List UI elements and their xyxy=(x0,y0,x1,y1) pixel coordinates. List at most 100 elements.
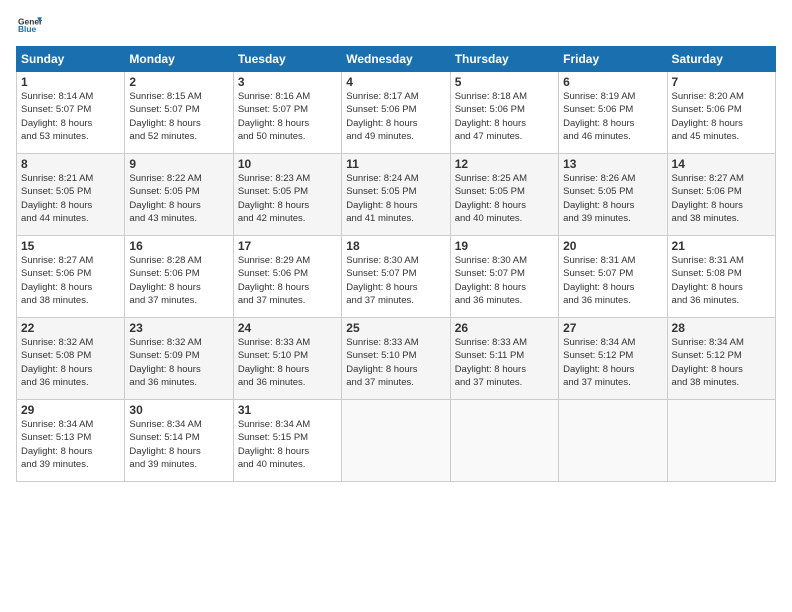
day-info: Sunrise: 8:34 AMSunset: 5:15 PMDaylight:… xyxy=(238,418,337,471)
calendar-cell: 18 Sunrise: 8:30 AMSunset: 5:07 PMDaylig… xyxy=(342,236,450,318)
calendar-cell: 8 Sunrise: 8:21 AMSunset: 5:05 PMDayligh… xyxy=(17,154,125,236)
day-number: 31 xyxy=(238,403,337,417)
day-number: 8 xyxy=(21,157,120,171)
calendar-cell: 31 Sunrise: 8:34 AMSunset: 5:15 PMDaylig… xyxy=(233,400,341,482)
day-number: 1 xyxy=(21,75,120,89)
day-number: 10 xyxy=(238,157,337,171)
calendar-table: SundayMondayTuesdayWednesdayThursdayFrid… xyxy=(16,46,776,482)
day-info: Sunrise: 8:32 AMSunset: 5:09 PMDaylight:… xyxy=(129,336,228,389)
calendar-cell: 24 Sunrise: 8:33 AMSunset: 5:10 PMDaylig… xyxy=(233,318,341,400)
day-number: 6 xyxy=(563,75,662,89)
day-number: 5 xyxy=(455,75,554,89)
day-info: Sunrise: 8:29 AMSunset: 5:06 PMDaylight:… xyxy=(238,254,337,307)
calendar-cell: 1 Sunrise: 8:14 AMSunset: 5:07 PMDayligh… xyxy=(17,72,125,154)
day-number: 11 xyxy=(346,157,445,171)
day-number: 19 xyxy=(455,239,554,253)
day-number: 3 xyxy=(238,75,337,89)
day-info: Sunrise: 8:15 AMSunset: 5:07 PMDaylight:… xyxy=(129,90,228,143)
calendar-cell: 28 Sunrise: 8:34 AMSunset: 5:12 PMDaylig… xyxy=(667,318,775,400)
day-number: 23 xyxy=(129,321,228,335)
calendar-cell: 23 Sunrise: 8:32 AMSunset: 5:09 PMDaylig… xyxy=(125,318,233,400)
day-number: 21 xyxy=(672,239,771,253)
day-info: Sunrise: 8:34 AMSunset: 5:12 PMDaylight:… xyxy=(672,336,771,389)
day-info: Sunrise: 8:33 AMSunset: 5:10 PMDaylight:… xyxy=(346,336,445,389)
weekday-header: Friday xyxy=(559,47,667,72)
day-number: 4 xyxy=(346,75,445,89)
day-info: Sunrise: 8:27 AMSunset: 5:06 PMDaylight:… xyxy=(21,254,120,307)
calendar-cell: 30 Sunrise: 8:34 AMSunset: 5:14 PMDaylig… xyxy=(125,400,233,482)
calendar-cell: 17 Sunrise: 8:29 AMSunset: 5:06 PMDaylig… xyxy=(233,236,341,318)
day-info: Sunrise: 8:32 AMSunset: 5:08 PMDaylight:… xyxy=(21,336,120,389)
day-number: 29 xyxy=(21,403,120,417)
day-number: 18 xyxy=(346,239,445,253)
day-info: Sunrise: 8:25 AMSunset: 5:05 PMDaylight:… xyxy=(455,172,554,225)
calendar-cell: 2 Sunrise: 8:15 AMSunset: 5:07 PMDayligh… xyxy=(125,72,233,154)
calendar-cell: 21 Sunrise: 8:31 AMSunset: 5:08 PMDaylig… xyxy=(667,236,775,318)
weekday-header: Thursday xyxy=(450,47,558,72)
calendar-cell: 5 Sunrise: 8:18 AMSunset: 5:06 PMDayligh… xyxy=(450,72,558,154)
svg-text:Blue: Blue xyxy=(18,24,37,34)
calendar-week-row: 29 Sunrise: 8:34 AMSunset: 5:13 PMDaylig… xyxy=(17,400,776,482)
day-info: Sunrise: 8:27 AMSunset: 5:06 PMDaylight:… xyxy=(672,172,771,225)
page-container: General Blue SundayMondayTuesdayWednesda… xyxy=(0,0,792,494)
day-info: Sunrise: 8:33 AMSunset: 5:10 PMDaylight:… xyxy=(238,336,337,389)
calendar-week-row: 22 Sunrise: 8:32 AMSunset: 5:08 PMDaylig… xyxy=(17,318,776,400)
weekday-header: Saturday xyxy=(667,47,775,72)
weekday-header: Sunday xyxy=(17,47,125,72)
calendar-cell: 9 Sunrise: 8:22 AMSunset: 5:05 PMDayligh… xyxy=(125,154,233,236)
day-info: Sunrise: 8:22 AMSunset: 5:05 PMDaylight:… xyxy=(129,172,228,225)
calendar-cell: 15 Sunrise: 8:27 AMSunset: 5:06 PMDaylig… xyxy=(17,236,125,318)
day-number: 26 xyxy=(455,321,554,335)
page-header: General Blue xyxy=(16,12,776,36)
day-info: Sunrise: 8:18 AMSunset: 5:06 PMDaylight:… xyxy=(455,90,554,143)
day-info: Sunrise: 8:23 AMSunset: 5:05 PMDaylight:… xyxy=(238,172,337,225)
weekday-header: Monday xyxy=(125,47,233,72)
day-info: Sunrise: 8:19 AMSunset: 5:06 PMDaylight:… xyxy=(563,90,662,143)
day-info: Sunrise: 8:30 AMSunset: 5:07 PMDaylight:… xyxy=(346,254,445,307)
logo: General Blue xyxy=(16,12,46,36)
calendar-cell: 16 Sunrise: 8:28 AMSunset: 5:06 PMDaylig… xyxy=(125,236,233,318)
day-info: Sunrise: 8:28 AMSunset: 5:06 PMDaylight:… xyxy=(129,254,228,307)
day-info: Sunrise: 8:30 AMSunset: 5:07 PMDaylight:… xyxy=(455,254,554,307)
calendar-cell: 14 Sunrise: 8:27 AMSunset: 5:06 PMDaylig… xyxy=(667,154,775,236)
calendar-cell: 4 Sunrise: 8:17 AMSunset: 5:06 PMDayligh… xyxy=(342,72,450,154)
calendar-cell: 6 Sunrise: 8:19 AMSunset: 5:06 PMDayligh… xyxy=(559,72,667,154)
calendar-cell: 29 Sunrise: 8:34 AMSunset: 5:13 PMDaylig… xyxy=(17,400,125,482)
day-info: Sunrise: 8:14 AMSunset: 5:07 PMDaylight:… xyxy=(21,90,120,143)
day-number: 17 xyxy=(238,239,337,253)
day-info: Sunrise: 8:16 AMSunset: 5:07 PMDaylight:… xyxy=(238,90,337,143)
day-info: Sunrise: 8:31 AMSunset: 5:07 PMDaylight:… xyxy=(563,254,662,307)
day-number: 25 xyxy=(346,321,445,335)
day-number: 16 xyxy=(129,239,228,253)
day-info: Sunrise: 8:34 AMSunset: 5:14 PMDaylight:… xyxy=(129,418,228,471)
weekday-header: Tuesday xyxy=(233,47,341,72)
calendar-cell: 7 Sunrise: 8:20 AMSunset: 5:06 PMDayligh… xyxy=(667,72,775,154)
calendar-cell: 26 Sunrise: 8:33 AMSunset: 5:11 PMDaylig… xyxy=(450,318,558,400)
calendar-cell xyxy=(450,400,558,482)
calendar-cell: 20 Sunrise: 8:31 AMSunset: 5:07 PMDaylig… xyxy=(559,236,667,318)
day-info: Sunrise: 8:34 AMSunset: 5:12 PMDaylight:… xyxy=(563,336,662,389)
day-number: 2 xyxy=(129,75,228,89)
day-info: Sunrise: 8:31 AMSunset: 5:08 PMDaylight:… xyxy=(672,254,771,307)
day-number: 24 xyxy=(238,321,337,335)
day-number: 7 xyxy=(672,75,771,89)
calendar-cell: 10 Sunrise: 8:23 AMSunset: 5:05 PMDaylig… xyxy=(233,154,341,236)
calendar-cell: 19 Sunrise: 8:30 AMSunset: 5:07 PMDaylig… xyxy=(450,236,558,318)
calendar-cell: 3 Sunrise: 8:16 AMSunset: 5:07 PMDayligh… xyxy=(233,72,341,154)
calendar-cell xyxy=(559,400,667,482)
calendar-cell: 13 Sunrise: 8:26 AMSunset: 5:05 PMDaylig… xyxy=(559,154,667,236)
day-number: 28 xyxy=(672,321,771,335)
calendar-cell: 27 Sunrise: 8:34 AMSunset: 5:12 PMDaylig… xyxy=(559,318,667,400)
calendar-cell: 12 Sunrise: 8:25 AMSunset: 5:05 PMDaylig… xyxy=(450,154,558,236)
day-info: Sunrise: 8:33 AMSunset: 5:11 PMDaylight:… xyxy=(455,336,554,389)
day-info: Sunrise: 8:21 AMSunset: 5:05 PMDaylight:… xyxy=(21,172,120,225)
weekday-header: Wednesday xyxy=(342,47,450,72)
day-info: Sunrise: 8:17 AMSunset: 5:06 PMDaylight:… xyxy=(346,90,445,143)
weekday-header-row: SundayMondayTuesdayWednesdayThursdayFrid… xyxy=(17,47,776,72)
day-info: Sunrise: 8:20 AMSunset: 5:06 PMDaylight:… xyxy=(672,90,771,143)
day-number: 13 xyxy=(563,157,662,171)
calendar-week-row: 8 Sunrise: 8:21 AMSunset: 5:05 PMDayligh… xyxy=(17,154,776,236)
day-info: Sunrise: 8:26 AMSunset: 5:05 PMDaylight:… xyxy=(563,172,662,225)
day-number: 14 xyxy=(672,157,771,171)
calendar-cell xyxy=(667,400,775,482)
